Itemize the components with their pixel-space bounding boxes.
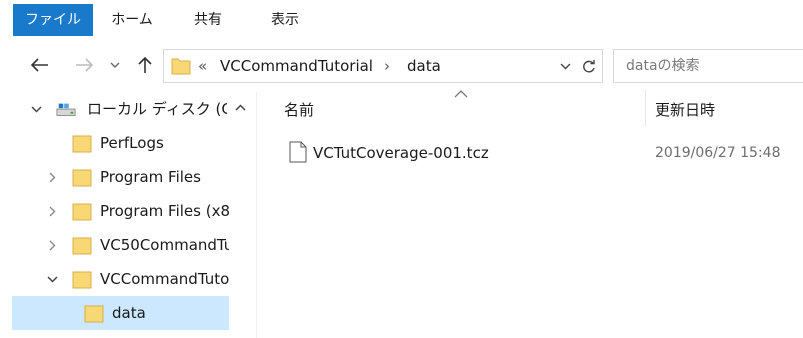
folder-icon [72, 203, 92, 221]
nav-label: PerfLogs [100, 134, 164, 152]
column-header-name[interactable]: 名前 [284, 98, 314, 122]
ribbon: ファイル ホーム 共有 表示 [0, 0, 803, 42]
breadcrumb-separator[interactable]: › [384, 50, 390, 82]
chevron-down-icon [46, 275, 58, 283]
column-header-date-modified[interactable]: 更新日時 [655, 98, 715, 122]
breadcrumb-data[interactable]: data [407, 50, 441, 82]
breadcrumb-vccommandtutorial[interactable]: VCCommandTutorial [220, 50, 373, 82]
chevron-down-icon [110, 62, 120, 68]
chevron-right-icon [49, 206, 55, 216]
up-button[interactable] [133, 50, 157, 80]
nav-item-perflogs[interactable]: PerfLogs [12, 126, 229, 160]
arrow-up-icon [138, 56, 152, 73]
folder-icon [72, 237, 92, 255]
address-row: « VCCommandTutorial › data dataの検索 [0, 46, 803, 86]
forward-button[interactable] [70, 50, 98, 80]
file-row[interactable]: VCTutCoverage-001.tcz 2019/06/27 15:48 [275, 138, 803, 168]
nav-item-vc50commandtutorial[interactable]: VC50CommandTutorial [12, 228, 229, 262]
nav-item-local-disk[interactable]: ローカル ディスク (C:) [12, 92, 229, 126]
column-separator[interactable] [645, 90, 646, 126]
nav-label: Program Files [100, 168, 201, 186]
file-date-modified: 2019/06/27 15:48 [655, 145, 781, 161]
nav-item-program-files-x86[interactable]: Program Files (x86) [12, 194, 229, 228]
folder-icon [171, 58, 191, 75]
address-bar[interactable]: « VCCommandTutorial › data [163, 49, 603, 83]
chevron-right-icon [49, 172, 55, 182]
folder-icon [72, 135, 92, 153]
tab-share[interactable]: 共有 [175, 4, 241, 36]
nav-label: Program Files (x86) [100, 202, 229, 220]
tab-view[interactable]: 表示 [250, 4, 320, 36]
tab-file[interactable]: ファイル [13, 4, 93, 36]
refresh-button[interactable] [577, 50, 601, 82]
search-input[interactable]: dataの検索 [613, 49, 803, 83]
tab-home[interactable]: ホーム [97, 4, 167, 36]
chevron-right-icon [49, 240, 55, 250]
nav-label: VCCommandTutorial [100, 270, 229, 288]
navigation-pane: ローカル ディスク (C:) PerfLogs Program Files Pr… [12, 92, 256, 338]
folder-icon [72, 271, 92, 289]
nav-item-vccommandtutorial[interactable]: VCCommandTutorial [12, 262, 229, 296]
document-icon [289, 141, 307, 163]
refresh-icon [583, 59, 595, 72]
breadcrumb-overflow[interactable]: « [198, 50, 207, 82]
arrow-left-icon [31, 58, 48, 72]
recent-locations-button[interactable] [106, 50, 124, 80]
nav-item-program-files[interactable]: Program Files [12, 160, 229, 194]
nav-label: VC50CommandTutorial [100, 236, 229, 254]
arrow-right-icon [76, 58, 93, 72]
expand-chevron-icon[interactable] [44, 160, 60, 194]
expand-chevron-icon[interactable] [28, 92, 44, 126]
file-name: VCTutCoverage-001.tcz [313, 144, 489, 162]
back-button[interactable] [26, 50, 54, 80]
nav-label: data [112, 304, 146, 322]
folder-icon [84, 305, 104, 323]
search-placeholder: dataの検索 [626, 58, 700, 74]
chevron-up-icon [234, 103, 246, 111]
nav-label: ローカル ディスク (C:) [87, 100, 227, 118]
expand-chevron-icon[interactable] [44, 194, 60, 228]
chevron-down-icon [30, 105, 42, 113]
sort-ascending-icon [454, 90, 468, 98]
nav-item-data[interactable]: data [12, 296, 229, 330]
nav-scroll-up-button[interactable] [229, 94, 251, 120]
drive-icon [56, 103, 76, 116]
expand-chevron-icon[interactable] [44, 262, 60, 296]
pane-divider[interactable] [256, 92, 257, 338]
chevron-down-icon [560, 63, 570, 69]
folder-icon [72, 169, 92, 187]
expand-chevron-icon[interactable] [44, 228, 60, 262]
address-history-button[interactable] [556, 50, 574, 82]
